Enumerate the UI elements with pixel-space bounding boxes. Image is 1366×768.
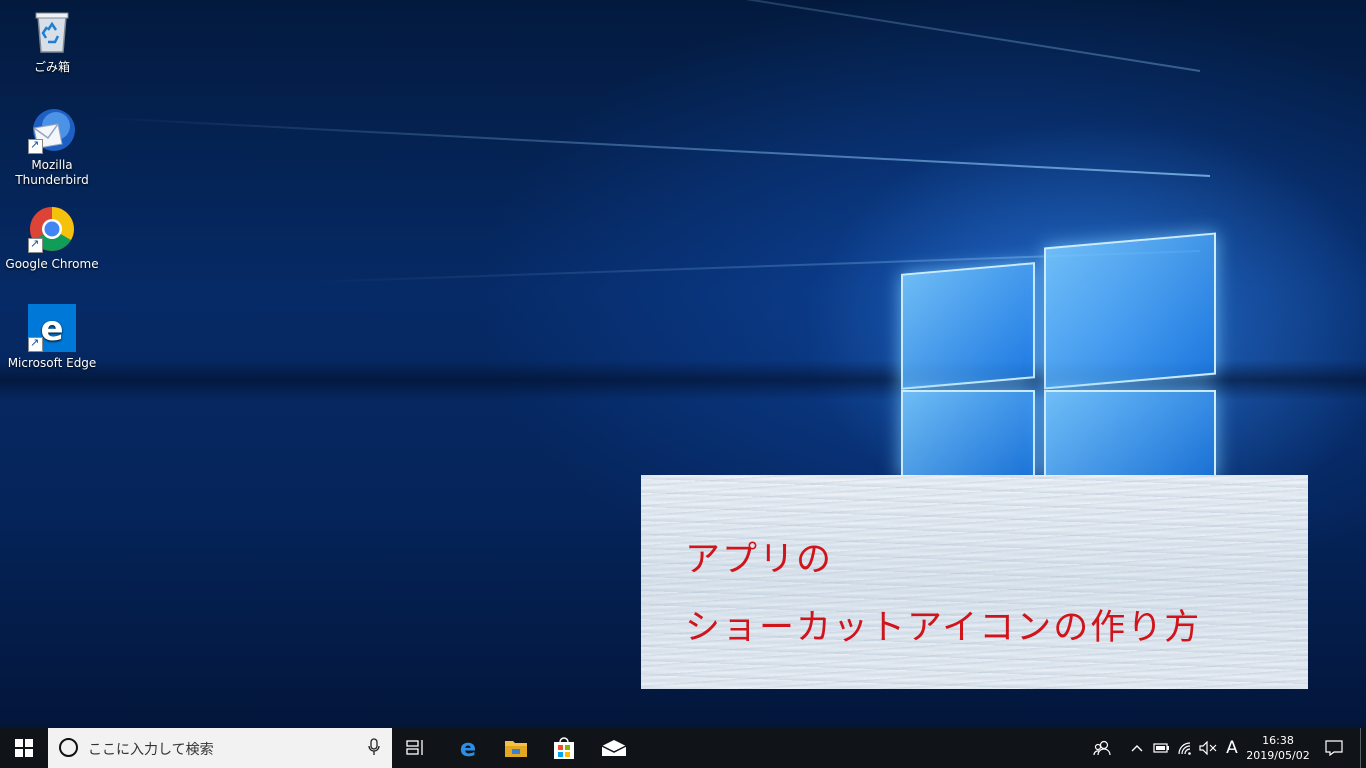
shortcut-arrow-icon xyxy=(28,236,43,253)
thunderbird-icon xyxy=(28,106,76,154)
taskbar-search-box[interactable]: ここに入力して検索 xyxy=(48,728,392,768)
action-center-button[interactable] xyxy=(1318,728,1350,768)
desktop-wallpaper: ごみ箱 Mozilla Thunderbird Go xyxy=(0,0,1366,728)
clock-time: 16:38 xyxy=(1262,734,1294,747)
light-beam xyxy=(212,0,1201,72)
store-icon xyxy=(554,737,574,759)
volume-button[interactable] xyxy=(1197,728,1219,768)
desktop-icon-label: ごみ箱 xyxy=(33,60,70,74)
cortana-icon xyxy=(59,738,78,757)
svg-text:e: e xyxy=(40,309,63,349)
chevron-up-icon xyxy=(1131,745,1143,752)
taskbar-edge-button[interactable]: e xyxy=(446,728,490,768)
shortcut-arrow-icon xyxy=(28,335,43,352)
svg-text:e: e xyxy=(460,736,476,760)
taskbar-mail-button[interactable] xyxy=(592,728,636,768)
desktop-icon-recycle-bin[interactable]: ごみ箱 xyxy=(4,8,100,75)
recycle-bin-icon xyxy=(28,8,76,56)
task-view-button[interactable] xyxy=(396,728,436,768)
logo-pane-bottom-right xyxy=(1044,390,1216,479)
desktop-icon-edge[interactable]: e Microsoft Edge xyxy=(4,304,100,371)
taskbar: ここに入力して検索 e A 16:38 2019/05/02 xyxy=(0,728,1366,768)
volume-muted-icon xyxy=(1199,741,1217,755)
desktop-icon-label: Microsoft Edge xyxy=(7,356,97,370)
desktop-icon-chrome[interactable]: Google Chrome xyxy=(4,205,100,272)
people-icon xyxy=(1093,740,1111,756)
logo-pane-top-right xyxy=(1044,232,1216,390)
wifi-icon xyxy=(1178,742,1191,755)
clock-date: 2019/05/02 xyxy=(1246,749,1310,762)
taskbar-file-explorer-button[interactable] xyxy=(494,728,538,768)
notification-icon xyxy=(1325,740,1343,756)
light-beam xyxy=(91,116,1211,177)
microphone-icon[interactable] xyxy=(368,738,380,760)
people-button[interactable] xyxy=(1088,728,1116,768)
network-button[interactable] xyxy=(1174,728,1196,768)
banner-title-line-1: アプリの xyxy=(685,540,834,580)
show-desktop-button[interactable] xyxy=(1360,728,1366,768)
clock[interactable]: 16:38 2019/05/02 xyxy=(1244,728,1312,768)
logo-pane-bottom-left xyxy=(901,390,1035,479)
task-view-icon xyxy=(406,740,423,755)
chrome-icon xyxy=(28,205,76,253)
file-explorer-icon xyxy=(505,741,527,757)
desktop-icon-label: Google Chrome xyxy=(5,257,99,271)
show-hidden-icons-button[interactable] xyxy=(1126,728,1148,768)
desktop-icon-thunderbird[interactable]: Mozilla Thunderbird xyxy=(4,106,100,188)
mail-icon xyxy=(601,740,627,756)
banner-title-line-2: ショーカットアイコンの作り方 xyxy=(685,608,1202,648)
title-banner: アプリの ショーカットアイコンの作り方 xyxy=(641,475,1308,689)
taskbar-store-button[interactable] xyxy=(542,728,586,768)
shortcut-arrow-icon xyxy=(28,137,43,154)
battery-button[interactable] xyxy=(1150,728,1172,768)
edge-icon: e xyxy=(28,304,76,352)
battery-icon xyxy=(1153,743,1169,753)
desktop-icon-label: Mozilla Thunderbird xyxy=(15,158,89,187)
search-placeholder: ここに入力して検索 xyxy=(88,742,214,758)
start-button[interactable] xyxy=(0,728,48,768)
windows-start-icon xyxy=(15,739,33,757)
edge-icon: e xyxy=(460,736,476,760)
ime-indicator[interactable]: A xyxy=(1221,728,1243,768)
logo-pane-top-left xyxy=(901,262,1035,390)
